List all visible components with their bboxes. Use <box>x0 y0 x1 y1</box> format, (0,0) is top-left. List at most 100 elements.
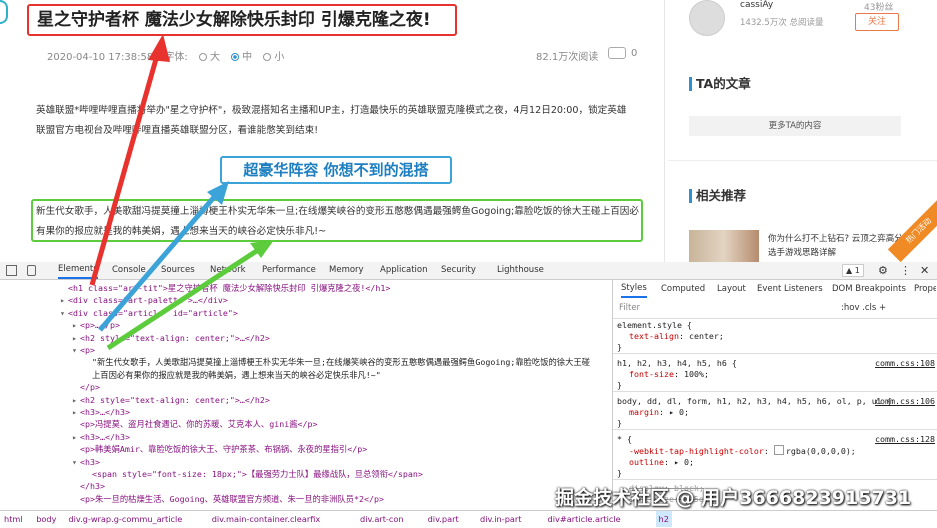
tab-event-listeners[interactable]: Event Listeners <box>757 280 823 298</box>
filter-input[interactable]: Filter <box>619 303 640 313</box>
collapsed-triangle-icon[interactable]: ▸ <box>72 319 80 331</box>
css-rule[interactable]: * {comm.css:128 -webkit-tap-highlight-col… <box>613 434 937 480</box>
comment-count: 0 <box>631 48 638 59</box>
author-avatar[interactable] <box>689 0 725 36</box>
tab-security[interactable]: Security <box>441 262 476 279</box>
article-meta: 2020-04-10 17:38:58 字体: 大 中 小 <box>47 48 284 63</box>
dom-node-line[interactable]: ▸ <h2 style="text-align: center;">…</h2> <box>72 394 270 406</box>
ta-articles-heading: TA的文章 <box>689 77 751 91</box>
expanded-triangle-icon[interactable]: ▾ <box>72 344 80 356</box>
font-option-medium[interactable]: 中 <box>231 52 252 63</box>
related-title-link[interactable]: 你为什么打不上钻石? 云顶之弈高分选手游戏思路详解 <box>768 232 908 260</box>
article-intro: 英雄联盟*哔哩哔哩直播将举办"星之守护杯"，极致混搭知名主播和UP主，打造最快乐… <box>36 105 627 136</box>
collapsed-triangle-icon[interactable]: ▸ <box>72 431 80 443</box>
filter-actions[interactable]: :hov .cls + <box>841 303 886 313</box>
radio-checked-icon <box>231 53 240 61</box>
breadcrumb-item[interactable]: div.g-wrap.g-commu_article <box>68 511 182 527</box>
fans-count: 43粉丝 <box>864 3 894 13</box>
article-title: 星之守护者杯 魔法少女解除快乐封印 引爆克隆之夜! <box>27 4 457 36</box>
breadcrumb-item[interactable]: div.part <box>428 511 459 527</box>
collapsed-triangle-icon[interactable]: ▸ <box>72 332 80 344</box>
dom-node-line[interactable]: ▸ <h3>…</h3> <box>72 431 130 443</box>
font-option-small[interactable]: 小 <box>263 52 284 63</box>
styles-filter[interactable]: Filter :hov .cls + <box>613 300 937 319</box>
expanded-triangle-icon[interactable]: ▾ <box>60 307 68 319</box>
comment-icon[interactable] <box>608 47 626 59</box>
tab-memory[interactable]: Memory <box>329 262 364 279</box>
radio-icon <box>198 53 207 61</box>
tab-network[interactable]: Network <box>210 262 246 279</box>
related-thumbnail[interactable] <box>689 230 759 262</box>
author-name[interactable]: cassiAy <box>740 0 773 10</box>
hot-activity-ribbon[interactable]: 热门活动 <box>887 199 937 262</box>
radio-icon <box>263 53 272 61</box>
css-rule[interactable]: element.style {text-align: center;} <box>613 320 937 354</box>
dom-node-line[interactable]: ▸ <p>…</p> <box>72 319 120 331</box>
more-options-icon[interactable]: ⋮ <box>900 262 911 279</box>
device-toggle-icon[interactable] <box>27 265 36 276</box>
dom-node-line[interactable]: ▾ <div class="article" id="article"> <box>60 307 238 319</box>
dom-node-line[interactable]: "新生代女歌手，人美歌甜冯提莫撞上淄博梗王朴实无华朱一旦;在线爆笑峡谷的变形五憨… <box>84 356 590 368</box>
dom-node-line[interactable]: <p>韩美娟Amir、靠脸吃饭的徐大王、守护茶茶、布锅锅、永夜的星指引</p> <box>72 443 367 455</box>
inspect-icon[interactable] <box>6 265 17 276</box>
close-devtools-icon[interactable]: ✕ <box>920 262 929 279</box>
dom-node-line[interactable]: 上百因必有果你的报应就是我的韩美娟，遇上想来当天的峡谷必定快乐非凡!~" <box>84 369 381 381</box>
devtools-tabbar: Elements Console Sources Network Perform… <box>0 262 937 280</box>
color-swatch-icon[interactable] <box>773 445 784 455</box>
dom-node-line[interactable]: ▾ <h3> <box>72 456 100 468</box>
collapsed-triangle-icon[interactable]: ▸ <box>72 406 80 418</box>
breadcrumb-item[interactable]: div.in-part <box>480 511 522 527</box>
author-stats: 1432.5万次 总阅读量 <box>740 18 824 28</box>
breadcrumb-item[interactable]: div.main-container.clearfix <box>212 511 321 527</box>
warning-badge[interactable]: ▲ 1 <box>842 264 864 277</box>
css-rule[interactable]: body, dd, dl, form, h1, h2, h3, h4, h5, … <box>613 396 937 430</box>
collapsed-triangle-icon[interactable]: ▸ <box>60 294 68 306</box>
elements-dom-tree[interactable]: <h1 class="art-tit">星之守护者杯 魔法少女解除快乐封印 引爆… <box>0 280 612 510</box>
font-size-label: 字体: <box>164 52 188 63</box>
article-date: 2020-04-10 17:38:58 <box>47 52 154 63</box>
tab-computed[interactable]: Computed <box>661 280 705 298</box>
sidebar-divider <box>668 160 937 161</box>
tab-console[interactable]: Console <box>112 262 146 279</box>
read-count: 82.1万次阅读 <box>536 52 599 63</box>
dom-node-line[interactable]: </h3> <box>72 480 105 492</box>
tab-application[interactable]: Application <box>380 262 428 279</box>
dom-node-line[interactable]: ▸ <h3>…</h3> <box>72 406 130 418</box>
breadcrumb-item[interactable]: div#article.article <box>548 511 621 527</box>
breadcrumb: html body div.g-wrap.g-commu_article div.ma… <box>0 510 937 528</box>
article-subheading: 超豪华阵容 你想不到的混搭 <box>220 156 452 184</box>
page-edge-indicator <box>0 0 8 24</box>
more-content-button[interactable]: 更多TA的内容 <box>689 116 901 136</box>
tab-layout[interactable]: Layout <box>717 280 746 298</box>
follow-button[interactable]: 关注 <box>855 13 899 31</box>
css-rule[interactable]: h1, h2, h3, h4, h5, h6 {comm.css:108 font… <box>613 358 937 392</box>
tab-properties[interactable]: Properties <box>914 280 936 298</box>
breadcrumb-item[interactable]: html <box>4 511 23 527</box>
dom-node-line[interactable]: <p>朱一旦的枯燥生活、Gogoing、英雄联盟官方频道、朱一旦的非洲队员*2<… <box>72 493 384 505</box>
breadcrumb-item[interactable]: h2 <box>655 511 672 527</box>
dom-node-line[interactable]: <h1 class="art-tit">星之守护者杯 魔法少女解除快乐封印 引爆… <box>60 282 390 294</box>
font-option-large[interactable]: 大 <box>198 52 220 63</box>
dom-node-line[interactable]: ▾ <p> <box>72 344 95 356</box>
styles-pane: Styles Computed Layout Event Listeners D… <box>613 280 937 510</box>
dom-node-line[interactable]: </p> <box>72 381 100 393</box>
expanded-triangle-icon[interactable]: ▾ <box>72 456 80 468</box>
dom-node-line[interactable]: ▸ <h2 style="text-align: center;">…</h2> <box>72 332 270 344</box>
tab-styles[interactable]: Styles <box>621 280 647 298</box>
tab-performance[interactable]: Performance <box>262 262 316 279</box>
related-heading: 相关推荐 <box>689 189 746 203</box>
dom-node-line[interactable]: <p>冯提莫、盗月社食遇记、你的苏暖、艾克本人、gini酱</p> <box>72 418 317 430</box>
breadcrumb-item[interactable]: body <box>36 511 56 527</box>
column-divider <box>664 0 665 262</box>
watermark: 掘金技术社区 @ 用户3666823915731 <box>555 487 912 509</box>
tab-dom-breakpoints[interactable]: DOM Breakpoints <box>832 280 906 298</box>
breadcrumb-item[interactable]: div.art-con <box>360 511 404 527</box>
tab-lighthouse[interactable]: Lighthouse <box>497 262 544 279</box>
settings-gear-icon[interactable]: ⚙ <box>878 262 888 279</box>
article-paragraph: 新生代女歌手，人美歌甜冯提莫撞上淄博梗王朴实无华朱一旦;在线爆笑峡谷的变形五憨憨… <box>36 206 639 237</box>
collapsed-triangle-icon[interactable]: ▸ <box>72 394 80 406</box>
tab-sources[interactable]: Sources <box>161 262 195 279</box>
dom-node-line[interactable]: ▸ <div class="art-palette">…</div> <box>60 294 228 306</box>
dom-node-line[interactable]: <span style="font-size: 18px;">【最强劳力士队】最… <box>84 468 423 480</box>
tab-elements[interactable]: Elements <box>58 262 98 279</box>
